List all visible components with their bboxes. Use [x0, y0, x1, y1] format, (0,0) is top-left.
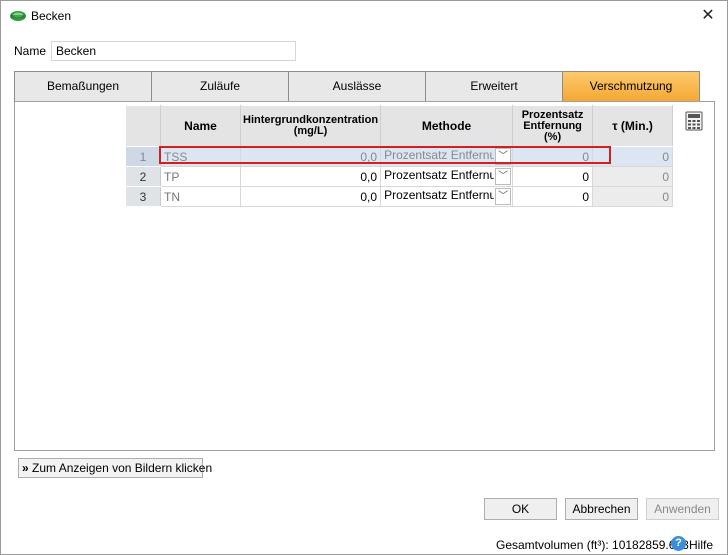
close-icon: ✕	[701, 7, 715, 24]
row-number[interactable]: 1	[125, 146, 161, 167]
cell-percent[interactable]: 0	[512, 186, 594, 207]
help-icon[interactable]: ?	[671, 536, 686, 551]
row-number[interactable]: 2	[125, 166, 161, 187]
calculator-icon[interactable]	[685, 111, 703, 131]
cell-tau: 0	[592, 146, 674, 167]
cell-name[interactable]: TSS	[160, 146, 241, 167]
title-bar: Becken ✕	[1, 1, 727, 32]
close-button[interactable]: ✕	[695, 4, 721, 28]
cell-background[interactable]: 0,0	[239, 166, 382, 187]
cell-method[interactable]: Prozentsatz Entfernung ﹀	[380, 166, 514, 187]
grid-header-row: Name Hintergrundkonzentration (mg/L) Met…	[125, 105, 674, 147]
name-input[interactable]	[51, 41, 296, 61]
method-value: Prozentsatz Entfernung	[384, 168, 494, 182]
name-label: Name	[14, 44, 47, 58]
table-row[interactable]: 3 TN 0,0 Prozentsatz Entfernung ﹀ 0 0	[125, 186, 674, 207]
cell-tau: 0	[592, 166, 674, 187]
chevron-down-icon[interactable]: ﹀	[495, 168, 512, 185]
header-tau[interactable]: τ (Min.)	[592, 105, 674, 147]
header-background-concentration[interactable]: Hintergrundkonzentration (mg/L)	[239, 105, 382, 147]
cell-background[interactable]: 0,0	[239, 146, 382, 167]
apply-button[interactable]: Anwenden	[646, 498, 719, 520]
show-images-button[interactable]: » Zum Anzeigen von Bildern klicken	[18, 458, 212, 478]
chevron-down-icon[interactable]: ﹀	[495, 188, 512, 205]
header-percent-removal[interactable]: Prozentsatz Entfernung (%)	[512, 105, 594, 147]
tab-erweitert[interactable]: Erweitert	[426, 71, 563, 102]
ok-button[interactable]: OK	[484, 498, 557, 520]
method-value: Prozentsatz Entfernung	[384, 188, 494, 202]
method-value: Prozentsatz Entfernung	[384, 148, 494, 162]
help-link[interactable]: Hilfe	[689, 538, 713, 552]
cell-method[interactable]: Prozentsatz Entfernung ﹀	[380, 146, 514, 167]
header-name[interactable]: Name	[160, 105, 241, 147]
tab-verschmutzung[interactable]: Verschmutzung	[563, 71, 700, 102]
tab-zulaeufe[interactable]: Zuläufe	[152, 71, 289, 102]
cancel-button[interactable]: Abbrechen	[565, 498, 638, 520]
cell-percent[interactable]: 0	[512, 146, 594, 167]
table-row[interactable]: 1 TSS 0,0 Prozentsatz Entfernung ﹀ 0 0	[125, 146, 674, 167]
table-row[interactable]: 2 TP 0,0 Prozentsatz Entfernung ﹀ 0 0	[125, 166, 674, 187]
row-number[interactable]: 3	[125, 186, 161, 207]
cell-percent[interactable]: 0	[512, 166, 594, 187]
cell-name[interactable]: TP	[160, 166, 241, 187]
tab-bar: Bemaßungen Zuläufe Auslässe Erweitert Ve…	[14, 71, 700, 102]
total-volume-status: Gesamtvolumen (ft³): 10182859.633	[496, 538, 689, 552]
double-chevron-down-icon: »	[22, 461, 29, 475]
cell-name[interactable]: TN	[160, 186, 241, 207]
cell-method[interactable]: Prozentsatz Entfernung ﹀	[380, 186, 514, 207]
cell-background[interactable]: 0,0	[239, 186, 382, 207]
chevron-down-icon[interactable]: ﹀	[495, 148, 512, 165]
pollution-panel: Name Hintergrundkonzentration (mg/L) Met…	[14, 101, 715, 451]
cell-tau: 0	[592, 186, 674, 207]
corner-header	[125, 105, 161, 147]
tab-auslaesse[interactable]: Auslässe	[289, 71, 426, 102]
tab-bemassungen[interactable]: Bemaßungen	[14, 71, 152, 102]
header-method[interactable]: Methode	[380, 105, 514, 147]
window-title: Becken	[31, 9, 72, 23]
basin-icon	[10, 11, 26, 21]
pollutant-grid: Name Hintergrundkonzentration (mg/L) Met…	[125, 105, 674, 207]
show-images-label: Zum Anzeigen von Bildern klicken	[32, 461, 213, 475]
dialog-window: Becken ✕ Name Bemaßungen Zuläufe Ausläss…	[0, 0, 728, 555]
